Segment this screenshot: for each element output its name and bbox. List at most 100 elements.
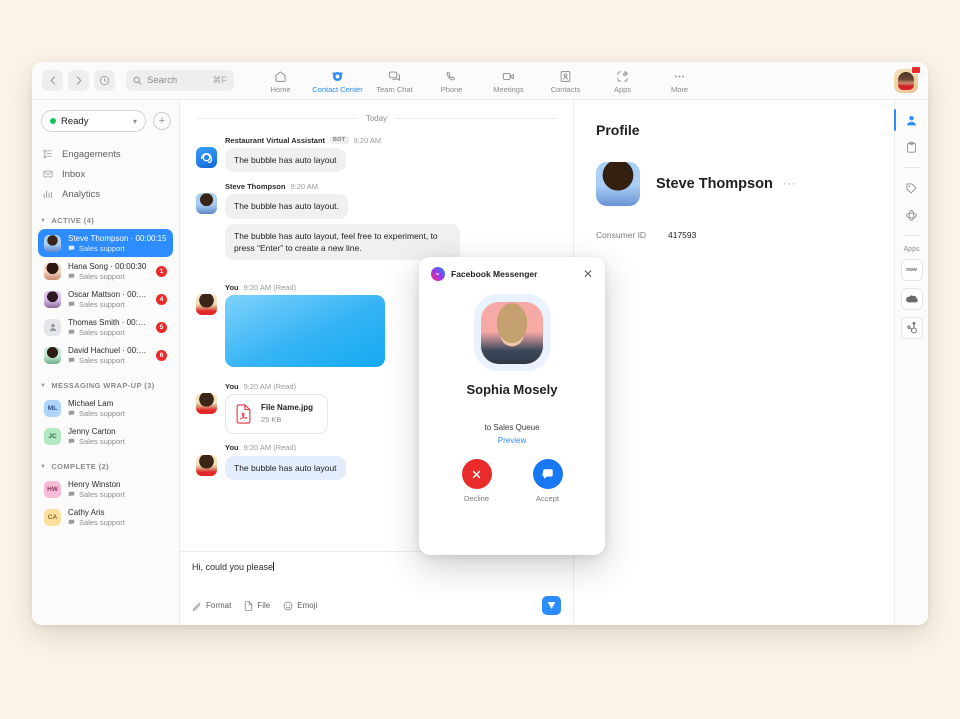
format-button[interactable]: Format (192, 601, 231, 611)
person-icon (906, 115, 917, 125)
conversation-item-cathy-aris[interactable]: CA Cathy Aris Sales support (38, 503, 173, 531)
tab-phone[interactable]: Phone (423, 67, 480, 94)
conversation-item-thomas-smith[interactable]: Thomas Smith · 00:00:32 Sales support 5 (38, 313, 173, 341)
message-header: Restaurant Virtual Assistant BOT 9:20 AM (225, 135, 381, 145)
status-dot-icon (50, 118, 56, 124)
conversation-item-jenny-carton[interactable]: JC Jenny Carton Sales support (38, 422, 173, 450)
conversation-item-hana-song[interactable]: Hana Song · 00:00:30 Sales support 1 (38, 257, 173, 285)
add-button[interactable]: + (153, 112, 171, 130)
profile-identity: Steve Thompson ··· (596, 162, 872, 206)
x-icon (472, 470, 481, 478)
group-title: ACTIVE (4) (51, 216, 95, 225)
avatar (44, 346, 61, 364)
sidebar-item-engagements[interactable]: Engagements (32, 144, 179, 164)
tab-label: More (670, 85, 689, 94)
tab-home[interactable]: Home (252, 67, 309, 94)
rail-item-tags[interactable] (900, 176, 924, 200)
status-selector[interactable]: Ready ▾ (41, 110, 146, 132)
message-file-attachment[interactable]: File Name.jpg 25 KB (225, 394, 329, 434)
message-header: You 9:20 AM (Read) (225, 381, 328, 391)
tab-apps[interactable]: Apps (594, 67, 651, 94)
day-label: Today (365, 114, 388, 123)
rail-item-knowledge[interactable] (900, 203, 924, 227)
tool-label: Emoji (297, 601, 318, 610)
analytics-icon (42, 189, 54, 199)
conversation-item-oscar-mattson[interactable]: Oscar Mattson · 00:00:20 Sales support 4 (38, 285, 173, 313)
avatar (196, 193, 217, 215)
search-icon (133, 76, 142, 85)
app-servicenow[interactable]: now (900, 259, 923, 281)
conversation-sub: Sales support (68, 328, 149, 337)
tab-contact-center[interactable]: Contact Center (309, 67, 366, 94)
conversation-name: Cathy Aris (68, 507, 105, 517)
conversation-queue: Sales support (79, 517, 125, 527)
chat-bubble-icon (541, 469, 553, 479)
avatar (596, 162, 640, 206)
preview-link[interactable]: Preview (431, 436, 593, 445)
text-cursor (273, 562, 275, 571)
message-image-attachment[interactable] (225, 295, 385, 368)
right-rail: Apps now (893, 100, 928, 625)
conversation-item-david-hachuel[interactable]: David Hachuel · 00:00:35 Sales support 6 (38, 341, 173, 369)
rail-item-notes[interactable] (900, 135, 924, 159)
search-input[interactable]: Search ⌘F (126, 70, 234, 91)
page-title: Profile (596, 122, 640, 138)
file-button[interactable]: File (244, 600, 270, 611)
conversation-queue: Sales support (79, 327, 125, 337)
modal-app-name: Facebook Messenger (451, 269, 538, 279)
group-header-active[interactable]: ▼ ACTIVE (4) (32, 216, 179, 225)
group-title: MESSAGING WRAP-UP (3) (51, 381, 155, 390)
caller-name: Sophia Mosely (466, 382, 558, 397)
close-icon[interactable]: ✕ (583, 268, 593, 280)
search-shortcut: ⌘F (212, 75, 228, 85)
back-button[interactable] (42, 70, 63, 91)
decline-action[interactable]: Decline (461, 459, 492, 503)
forward-button[interactable] (68, 70, 89, 91)
ellipsis-icon[interactable]: ··· (783, 178, 797, 190)
nav-buttons (42, 70, 115, 91)
file-meta: File Name.jpg 25 KB (261, 402, 313, 425)
conversation-queue: Sales support (79, 299, 125, 309)
sidebar-nav: Engagements Inbox Analytics (32, 144, 179, 204)
group-header-complete[interactable]: ▼ COMPLETE (2) (32, 462, 179, 471)
knowledge-icon (906, 209, 917, 221)
tab-team-chat[interactable]: Team Chat (366, 67, 423, 94)
avatar: ML (44, 399, 61, 417)
rail-item-profile[interactable] (893, 108, 924, 132)
salesforce-icon (906, 295, 918, 303)
conversation-sub: Sales support (68, 437, 167, 446)
conversation-text: Jenny Carton Sales support (68, 427, 167, 446)
decline-button[interactable] (461, 459, 492, 489)
conversation-item-henry-winston[interactable]: HW Henry Winston Sales support (38, 475, 173, 503)
sidebar-item-analytics[interactable]: Analytics (32, 184, 179, 204)
history-button[interactable] (94, 70, 115, 91)
team-chat-icon (388, 69, 401, 83)
emoji-button[interactable]: Emoji (283, 601, 317, 611)
accept-action[interactable]: Accept (532, 459, 563, 503)
chat-icon (68, 301, 75, 307)
conversation-item-michael-lam[interactable]: ML Michael Lam Sales support (38, 394, 173, 422)
tab-contacts[interactable]: Contacts (537, 67, 594, 94)
conversation-item-steve-thompson[interactable]: Steve Thompson · 00:00:15 Sales support (38, 229, 173, 257)
message-bubble: The bubble has auto layout. (225, 194, 348, 219)
accept-button[interactable] (532, 459, 563, 489)
send-button[interactable] (542, 596, 561, 615)
sidebar-item-inbox[interactable]: Inbox (32, 164, 179, 184)
modal-actions: Decline Accept (431, 459, 593, 503)
message-bubble: The bubble has auto layout (225, 455, 346, 481)
app-salesforce[interactable] (900, 288, 923, 310)
tab-more[interactable]: More (651, 67, 708, 94)
message-author: Restaurant Virtual Assistant (225, 135, 326, 145)
pdf-file-icon (236, 404, 251, 424)
group-header-wrapup[interactable]: ▼ MESSAGING WRAP-UP (3) (32, 381, 179, 390)
tag-icon (906, 183, 917, 193)
avatar (196, 454, 217, 476)
message-author: Steve Thompson (225, 181, 286, 191)
app-hubspot[interactable] (900, 317, 923, 339)
sidebar-item-label: Engagements (62, 148, 121, 160)
tab-meetings[interactable]: Meetings (480, 67, 537, 94)
avatar[interactable] (894, 65, 921, 93)
message-input[interactable]: Hi, could you please (192, 562, 561, 592)
message-body: You 9:20 AM (Read) (225, 282, 385, 372)
conversation-queue: Sales support (79, 436, 125, 446)
